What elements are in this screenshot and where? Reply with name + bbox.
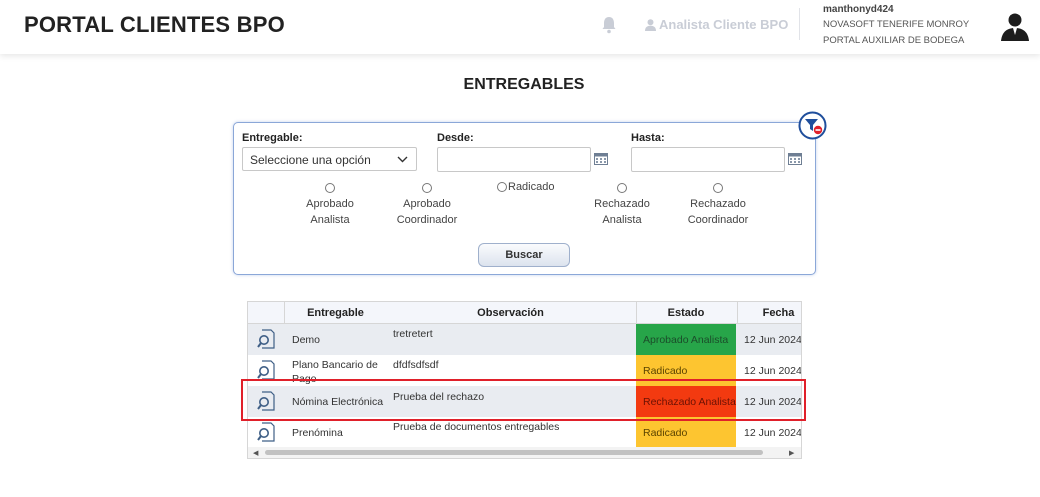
- calendar-icon[interactable]: [788, 153, 802, 165]
- role-label: Analista Cliente BPO: [659, 17, 789, 32]
- header-divider: [799, 8, 800, 40]
- entregable-label: Entregable:: [242, 132, 303, 144]
- table-row[interactable]: Demo tretretert Aprobado Analista 12 Jun…: [248, 324, 802, 355]
- page-title: ENTREGABLES: [463, 76, 585, 93]
- table-header: Entregable Observación Estado Fecha: [248, 302, 801, 324]
- user-icon: [645, 18, 656, 31]
- buscar-button[interactable]: Buscar: [478, 243, 570, 267]
- radio-button[interactable]: [497, 182, 507, 192]
- radio-aprobado-coordinador[interactable]: Aprobado Coordinador: [387, 180, 467, 228]
- view-document-icon[interactable]: [257, 422, 275, 442]
- top-bar: PORTAL CLIENTES BPO Analista Cliente BPO…: [0, 0, 1040, 54]
- hasta-date-input[interactable]: [631, 147, 785, 172]
- view-document-icon[interactable]: [257, 329, 275, 349]
- role-link[interactable]: Analista Cliente BPO: [645, 17, 788, 32]
- radio-rechazado-analista[interactable]: Rechazado Analista: [582, 180, 662, 228]
- cell-observacion: dfdfsdfsdf: [393, 359, 439, 371]
- horizontal-scrollbar[interactable]: ◀ ▶: [248, 447, 801, 458]
- scroll-right-icon[interactable]: ▶: [789, 449, 794, 457]
- column-header: Entregable: [307, 307, 364, 319]
- column-divider: [737, 302, 738, 324]
- status-badge: Aprobado Analista: [636, 324, 736, 355]
- chevron-down-icon: [397, 156, 408, 163]
- cell-entregable: Demo: [292, 334, 321, 346]
- radio-radicado[interactable]: Radicado: [497, 181, 554, 193]
- desde-label: Desde:: [437, 132, 474, 144]
- cell-fecha: 12 Jun 2024: [744, 427, 802, 439]
- column-divider: [636, 302, 637, 324]
- scrollbar-thumb[interactable]: [265, 450, 763, 455]
- brand-title: PORTAL CLIENTES BPO: [24, 12, 285, 37]
- entregable-select-value: Seleccione una opción: [250, 153, 371, 167]
- table-row[interactable]: Prenómina Prueba de documentos entregabl…: [248, 417, 802, 448]
- cell-observacion: tretretert: [393, 328, 433, 340]
- radio-button[interactable]: [325, 183, 335, 194]
- filter-panel: Entregable: Seleccione una opción Desde:…: [233, 122, 816, 275]
- column-header: Estado: [667, 307, 705, 319]
- hasta-label: Hasta:: [631, 132, 665, 144]
- entregable-select[interactable]: Seleccione una opción: [242, 147, 417, 171]
- radio-rechazado-coordinador[interactable]: Rechazado Coordinador: [678, 180, 758, 228]
- column-header: Observación: [477, 307, 544, 319]
- clear-filter-icon[interactable]: [798, 111, 827, 140]
- cell-fecha: 12 Jun 2024: [744, 334, 802, 346]
- radio-button[interactable]: [617, 183, 627, 194]
- scroll-left-icon[interactable]: ◀: [253, 449, 258, 457]
- calendar-icon[interactable]: [594, 153, 608, 165]
- cell-entregable: Prenómina: [292, 427, 343, 439]
- radio-button[interactable]: [713, 183, 723, 194]
- cell-observacion: Prueba de documentos entregables: [393, 421, 560, 433]
- desde-date-input[interactable]: [437, 147, 591, 172]
- username: manthonyd424: [823, 4, 894, 15]
- cell-fecha: 12 Jun 2024: [744, 365, 802, 377]
- bell-icon[interactable]: [601, 16, 617, 34]
- radio-button[interactable]: [422, 183, 432, 194]
- column-header: Fecha: [762, 307, 795, 319]
- avatar-icon[interactable]: [1000, 11, 1030, 41]
- user-info[interactable]: manthonyd424 NOVASOFT TENERIFE MONROY PO…: [823, 4, 1003, 49]
- status-badge: Radicado: [636, 417, 736, 448]
- row-highlight-box: [241, 379, 806, 421]
- radio-aprobado-analista[interactable]: Aprobado Analista: [290, 180, 370, 228]
- company-name: NOVASOFT TENERIFE MONROY PORTAL AUXILIAR…: [823, 19, 970, 46]
- column-divider: [284, 302, 285, 324]
- view-document-icon[interactable]: [257, 360, 275, 380]
